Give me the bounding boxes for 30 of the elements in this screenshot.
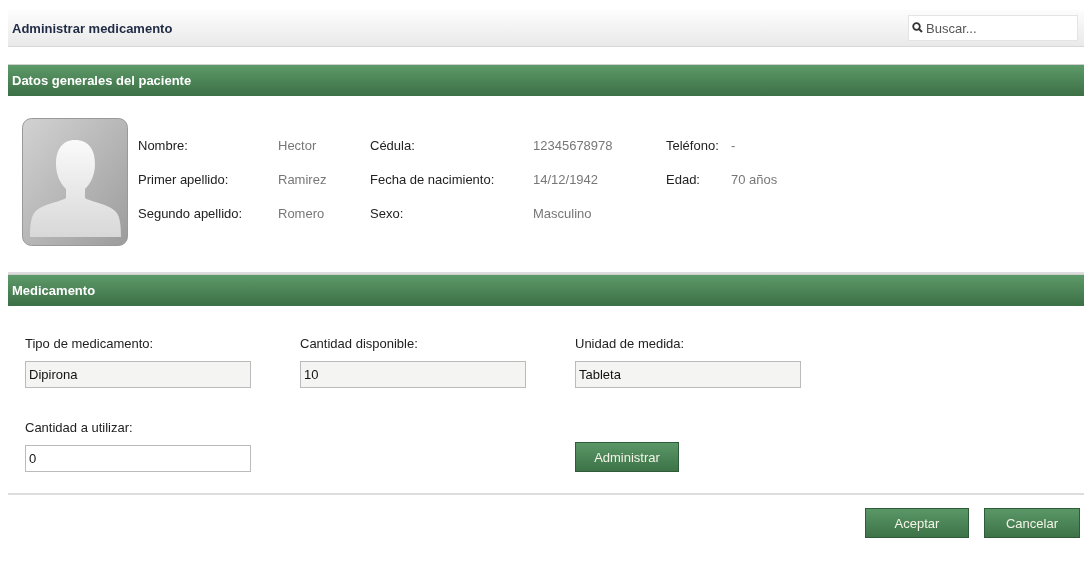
search-icon <box>912 22 923 33</box>
field-label: Sexo: <box>370 206 405 221</box>
page-title: Administrar medicamento <box>12 20 173 36</box>
input-field[interactable]: 0 <box>25 445 251 472</box>
field-label: Teléfono: <box>666 138 720 153</box>
section-header: Datos generales del paciente <box>8 65 1084 96</box>
dialog-button[interactable]: Cancelar <box>984 508 1080 538</box>
field-value: 70 años <box>731 172 778 187</box>
search-field[interactable]: Buscar... <box>908 15 1078 41</box>
field-label: Edad: <box>666 172 701 187</box>
field-label: Primer apellido: <box>138 172 230 187</box>
field-value: Ramirez <box>278 172 328 187</box>
field-label: Cédula: <box>370 138 416 153</box>
field-label: Segundo apellido: <box>138 206 244 221</box>
field-label: Fecha de nacimiento: <box>370 172 496 187</box>
field-label: Cantidad a utilizar: <box>25 420 134 435</box>
field-value: 14/12/1942 <box>533 172 600 187</box>
field-label: Tipo de medicamento: <box>25 336 155 351</box>
field-value: 12345678978 <box>533 138 614 153</box>
dialog-button[interactable]: Aceptar <box>865 508 969 538</box>
avatar-icon <box>22 118 128 246</box>
field-label: Nombre: <box>138 138 189 153</box>
field-value: Masculino <box>533 206 593 221</box>
field-value: Hector <box>278 138 318 153</box>
section-header: Medicamento <box>8 275 1084 306</box>
administer-button[interactable]: Administrar <box>575 442 679 472</box>
field-label: Unidad de medida: <box>575 336 686 351</box>
field-value: Romero <box>278 206 326 221</box>
field-value: - <box>731 138 737 153</box>
field-label: Cantidad disponible: <box>300 336 419 351</box>
